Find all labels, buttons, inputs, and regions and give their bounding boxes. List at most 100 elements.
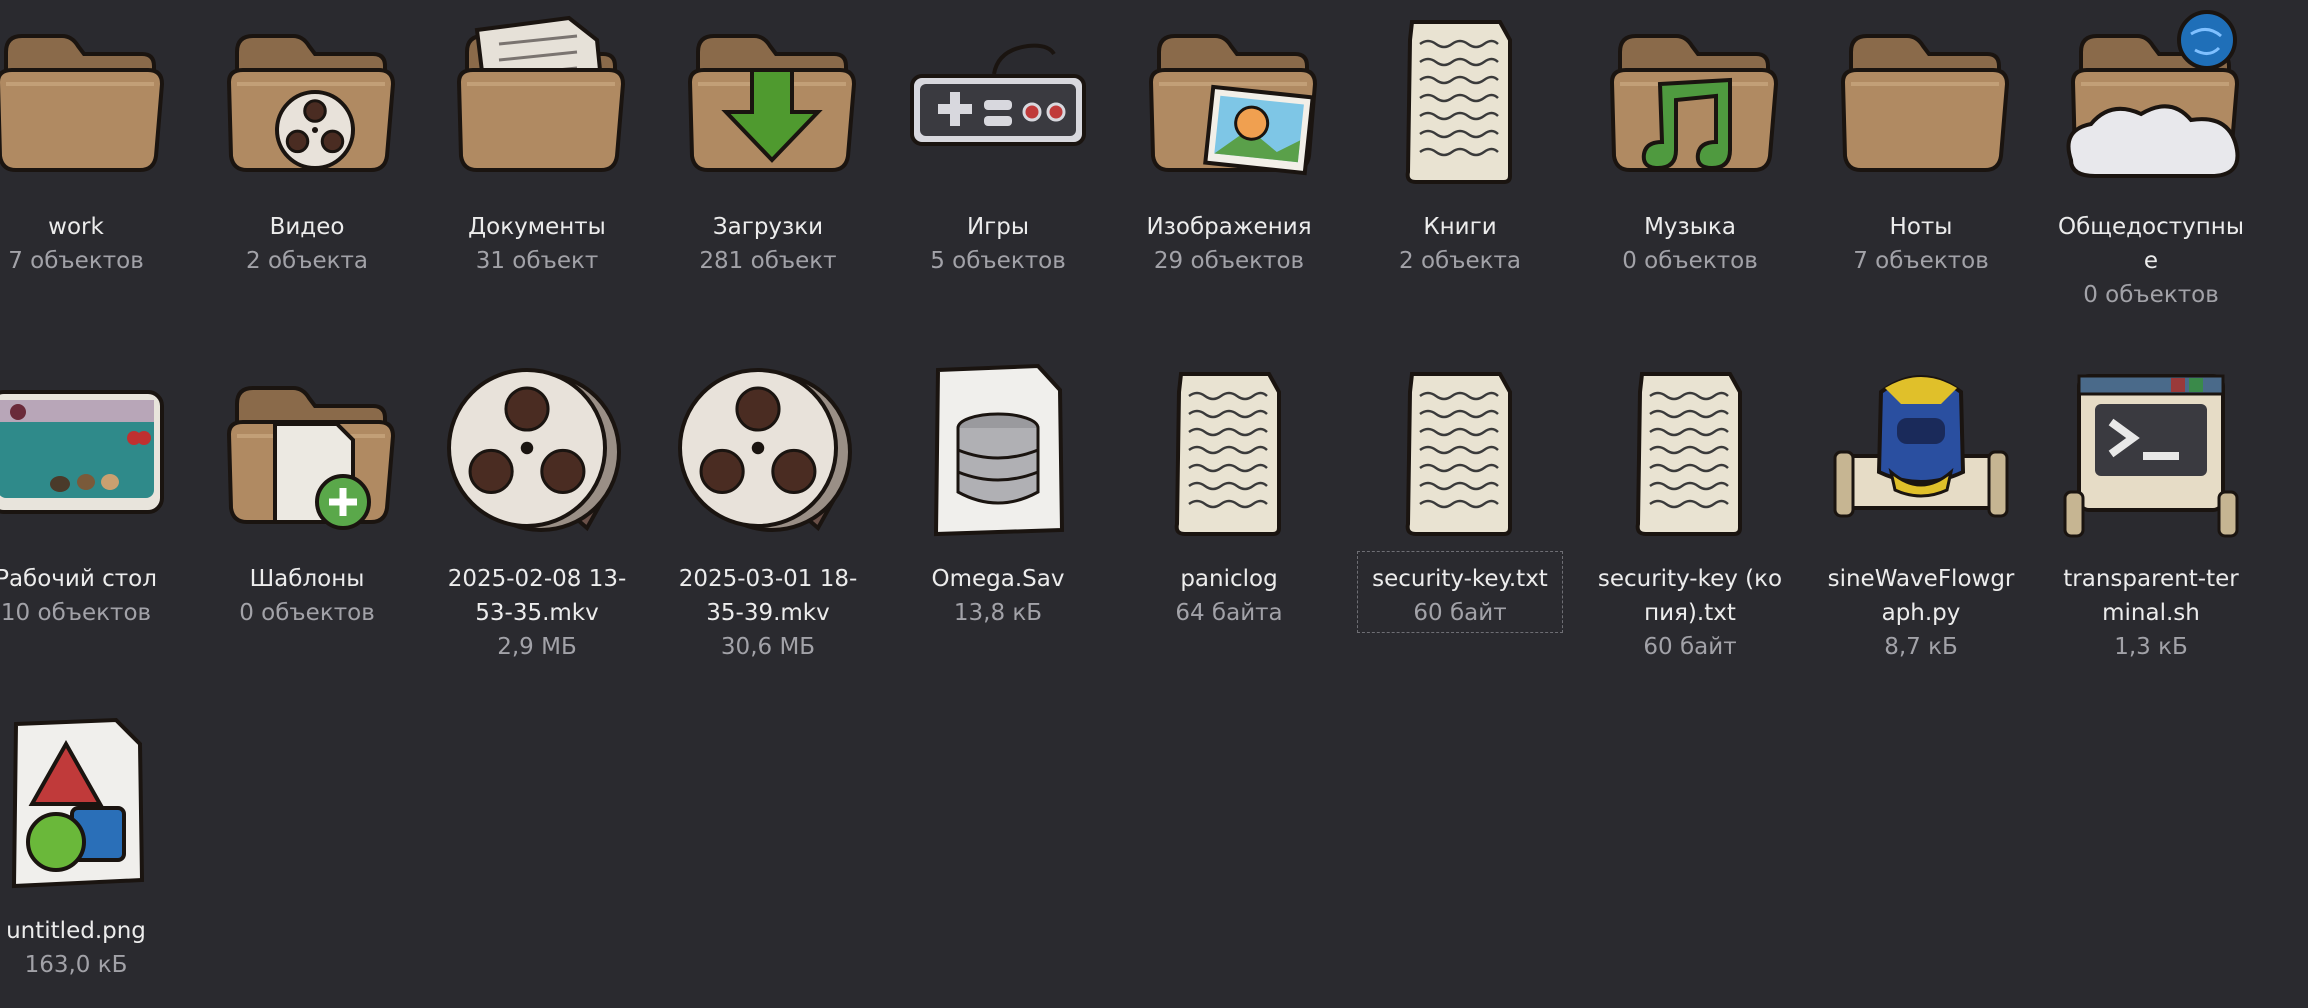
file-name: Изображения <box>1146 214 1312 240</box>
file-info: 0 объектов <box>1622 248 1758 274</box>
file-item[interactable]: Документы 31 объект <box>437 0 637 280</box>
file-info: 0 объектов <box>2083 282 2219 308</box>
text-scroll-icon <box>1590 352 1790 552</box>
file-info: 13,8 кБ <box>953 600 1043 626</box>
folder-pictures-icon <box>1129 0 1329 200</box>
folder-templates-icon <box>207 352 407 552</box>
file-item[interactable]: Рабочий стол 10 объектов <box>0 352 176 632</box>
file-name: Игры <box>966 214 1030 240</box>
file-info: 60 байт <box>1643 634 1737 660</box>
file-name: work <box>48 214 104 240</box>
file-caption: sineWaveFlowgraph.py 8,7 кБ <box>1819 552 2023 666</box>
file-caption: paniclog 64 байта <box>1127 552 1331 632</box>
file-caption: Шаблоны 0 объектов <box>205 552 409 632</box>
file-info: 29 объектов <box>1153 248 1305 274</box>
file-info: 10 объектов <box>0 600 152 626</box>
file-item[interactable]: Загрузки 281 объект <box>668 0 868 280</box>
file-name: Музыка <box>1644 214 1736 240</box>
folder-video-icon <box>207 0 407 200</box>
file-info: 7 объектов <box>1853 248 1989 274</box>
file-info: 281 объект <box>699 248 837 274</box>
file-item[interactable]: Omega.Sav 13,8 кБ <box>898 352 1098 632</box>
file-caption: Музыка 0 объектов <box>1588 200 1792 280</box>
file-name: Omega.Sav <box>931 566 1065 592</box>
file-caption: security-key.txt 60 байт <box>1357 551 1563 633</box>
file-item[interactable]: security-key.txt 60 байт <box>1357 352 1563 633</box>
file-item[interactable]: sineWaveFlowgraph.py 8,7 кБ <box>1821 352 2021 666</box>
file-caption: transparent-terminal.sh 1,3 кБ <box>2049 552 2253 666</box>
file-info: 2 объекта <box>1399 248 1521 274</box>
file-name: Рабочий стол <box>0 566 157 592</box>
file-item[interactable]: security-key (копия).txt 60 байт <box>1590 352 1790 666</box>
file-caption: Документы 31 объект <box>435 200 639 280</box>
file-caption: Omega.Sav 13,8 кБ <box>896 552 1100 632</box>
file-info: 64 байта <box>1175 600 1283 626</box>
file-info: 8,7 кБ <box>1884 634 1958 660</box>
file-caption: Книги 2 объекта <box>1358 200 1562 280</box>
file-caption: Рабочий стол 10 объектов <box>0 552 178 632</box>
file-grid: work 7 объектов Видео 2 объекта Документы 3… <box>0 0 2308 1008</box>
file-item[interactable]: Шаблоны 0 объектов <box>207 352 407 632</box>
folder-documents-icon <box>437 0 637 200</box>
file-name: Шаблоны <box>249 566 365 592</box>
file-item[interactable]: paniclog 64 байта <box>1129 352 1329 632</box>
desktop-icon <box>0 352 176 552</box>
file-caption: Общедоступные 0 объектов <box>2049 200 2253 314</box>
file-name: Общедоступные <box>2058 214 2244 274</box>
folder-music-icon <box>1590 0 1790 200</box>
text-scroll-icon <box>1129 352 1329 552</box>
file-info: 163,0 кБ <box>24 952 128 978</box>
file-caption: 2025-02-08 13-53-35.mkv 2,9 МБ <box>435 552 639 666</box>
film-reel-icon <box>437 352 637 552</box>
file-name: Загрузки <box>712 214 824 240</box>
file-name: Документы <box>468 214 606 240</box>
film-reel-icon <box>668 352 868 552</box>
file-caption: security-key (копия).txt 60 байт <box>1588 552 1792 666</box>
file-name: Видео <box>269 214 345 240</box>
file-caption: untitled.png 163,0 кБ <box>0 904 178 984</box>
file-item[interactable]: Видео 2 объекта <box>207 0 407 280</box>
file-name: transparent-terminal.sh <box>2063 566 2239 626</box>
file-name: 2025-02-08 13-53-35.mkv <box>447 566 627 626</box>
file-item[interactable]: untitled.png 163,0 кБ <box>0 704 176 984</box>
folder-downloads-icon <box>668 0 868 200</box>
file-info: 5 объектов <box>930 248 1066 274</box>
file-item[interactable]: Книги 2 объекта <box>1360 0 1560 280</box>
file-item[interactable]: Игры 5 объектов <box>898 0 1098 280</box>
folder-icon <box>0 0 176 200</box>
file-info: 7 объектов <box>8 248 144 274</box>
file-caption: Загрузки 281 объект <box>666 200 870 280</box>
file-caption: Изображения 29 объектов <box>1127 200 1331 280</box>
file-caption: Ноты 7 объектов <box>1819 200 2023 280</box>
database-file-icon <box>898 352 1098 552</box>
file-info: 30,6 МБ <box>720 634 816 660</box>
file-item[interactable]: Музыка 0 объектов <box>1590 0 1790 280</box>
folder-public-icon <box>2051 0 2251 200</box>
file-caption: work 7 объектов <box>0 200 178 280</box>
file-item[interactable]: 2025-03-01 18-35-39.mkv 30,6 МБ <box>668 352 868 666</box>
file-name: sineWaveFlowgraph.py <box>1827 566 2015 626</box>
file-info: 2,9 МБ <box>497 634 577 660</box>
folder-icon <box>1821 0 2021 200</box>
file-item[interactable]: work 7 объектов <box>0 0 176 280</box>
file-name: 2025-03-01 18-35-39.mkv <box>678 566 858 626</box>
file-item[interactable]: Ноты 7 объектов <box>1821 0 2021 280</box>
terminal-script-icon <box>2051 352 2251 552</box>
file-name: untitled.png <box>6 918 146 944</box>
file-info: 0 объектов <box>239 600 375 626</box>
file-info: 2 объекта <box>246 248 368 274</box>
file-item[interactable]: Общедоступные 0 объектов <box>2051 0 2251 314</box>
file-info: 1,3 кБ <box>2114 634 2188 660</box>
file-item[interactable]: Изображения 29 объектов <box>1129 0 1329 280</box>
file-name: security-key.txt <box>1372 566 1548 592</box>
file-caption: Видео 2 объекта <box>205 200 409 280</box>
file-name: paniclog <box>1180 566 1278 592</box>
file-item[interactable]: transparent-terminal.sh 1,3 кБ <box>2051 352 2251 666</box>
file-item[interactable]: 2025-02-08 13-53-35.mkv 2,9 МБ <box>437 352 637 666</box>
python-script-icon <box>1821 352 2021 552</box>
file-name: Ноты <box>1889 214 1953 240</box>
file-info: 60 байт <box>1413 600 1507 626</box>
file-name: security-key (копия).txt <box>1597 566 1783 626</box>
gamepad-icon <box>898 0 1098 200</box>
file-caption: 2025-03-01 18-35-39.mkv 30,6 МБ <box>666 552 870 666</box>
